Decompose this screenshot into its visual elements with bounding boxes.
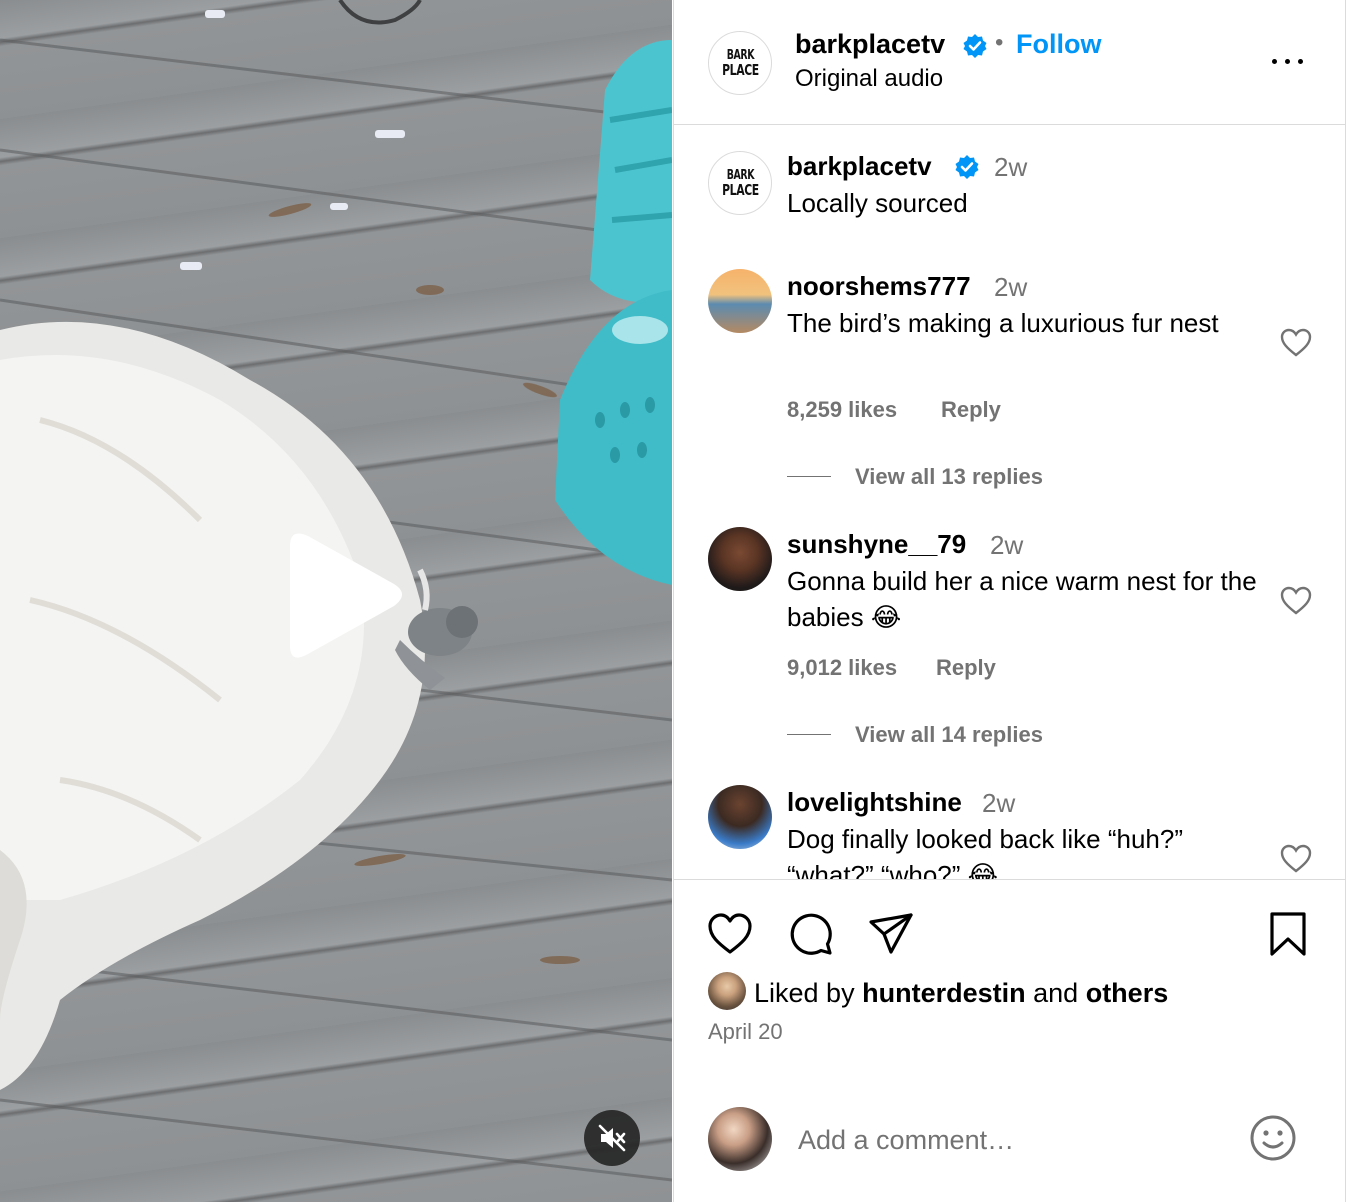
comment-username[interactable]: sunshyne__79 <box>787 529 966 560</box>
heart-icon[interactable] <box>1279 584 1313 618</box>
author-avatar[interactable]: BARK PLACE <box>708 31 772 95</box>
post-header: BARK PLACE barkplacetv • Follow Original… <box>674 0 1346 125</box>
caption-logo: BARK PLACE <box>718 169 761 199</box>
comment-likes[interactable]: 8,259 likes <box>787 397 897 423</box>
more-options-icon[interactable] <box>1270 50 1306 74</box>
replies-divider <box>787 734 831 735</box>
heart-icon[interactable] <box>706 910 754 958</box>
muted-speaker-icon <box>598 1124 626 1152</box>
author-username[interactable]: barkplacetv <box>795 29 945 60</box>
author-logo: BARK PLACE <box>718 49 761 79</box>
comment-username[interactable]: noorshems777 <box>787 271 971 302</box>
liked-by-user[interactable]: hunterdestin <box>862 978 1026 1008</box>
caption-username[interactable]: barkplacetv <box>787 151 932 182</box>
audio-label[interactable]: Original audio <box>795 65 943 93</box>
header-separator: • <box>995 29 1004 56</box>
comment-text: The bird’s making a luxurious fur nest <box>787 308 1219 338</box>
heart-icon[interactable] <box>1279 842 1313 876</box>
bookmark-icon[interactable] <box>1266 910 1310 958</box>
comment-time[interactable]: 2w <box>982 788 1015 819</box>
comment-time[interactable]: 2w <box>994 272 1027 303</box>
follow-button[interactable]: Follow <box>1016 29 1101 60</box>
liker-avatar[interactable] <box>708 972 746 1010</box>
caption-time[interactable]: 2w <box>994 152 1027 183</box>
logo-line-2: PLACE <box>721 181 759 199</box>
caption-avatar[interactable]: BARK PLACE <box>708 151 772 215</box>
comment-username[interactable]: lovelightshine <box>787 787 962 818</box>
reply-button[interactable]: Reply <box>941 397 1001 423</box>
mute-toggle-button[interactable] <box>584 1110 640 1166</box>
verified-badge-icon <box>963 34 987 58</box>
comments-list[interactable]: BARK PLACE barkplacetv 2w Locally source… <box>674 125 1346 879</box>
comment-input[interactable] <box>796 1119 1220 1161</box>
comment-likes[interactable]: 9,012 likes <box>787 655 897 681</box>
verified-badge-icon <box>955 155 979 179</box>
comment-text: Dog finally looked back like “huh?” “wha… <box>787 824 1183 879</box>
liked-by-summary: Liked by hunterdestin and others <box>708 972 1168 1010</box>
caption-text: Locally sourced <box>787 188 968 218</box>
panel-border <box>1345 0 1346 1202</box>
comment-avatar[interactable] <box>708 785 772 849</box>
liked-by-and: and <box>1033 978 1079 1008</box>
video-player[interactable] <box>0 0 672 1202</box>
post-details-panel: BARK PLACE barkplacetv • Follow Original… <box>673 0 1346 1202</box>
comment-icon[interactable] <box>787 910 835 958</box>
play-button[interactable] <box>274 528 410 664</box>
view-replies-button[interactable]: View all 13 replies <box>855 464 1043 490</box>
comment-time[interactable]: 2w <box>990 530 1023 561</box>
view-replies-button[interactable]: View all 14 replies <box>855 722 1043 748</box>
post-actions: Liked by hunterdestin and others April 2… <box>674 879 1346 1090</box>
replies-divider <box>787 476 831 477</box>
emoji-icon[interactable] <box>1249 1114 1297 1162</box>
liked-by-others[interactable]: others <box>1086 978 1169 1008</box>
add-comment-bar <box>674 1089 1346 1202</box>
comment-avatar[interactable] <box>708 269 772 333</box>
comment-avatar[interactable] <box>708 527 772 591</box>
heart-icon[interactable] <box>1279 326 1313 360</box>
reply-button[interactable]: Reply <box>936 655 996 681</box>
post-date[interactable]: April 20 <box>708 1019 783 1045</box>
current-user-avatar[interactable] <box>708 1107 772 1171</box>
play-icon <box>290 533 402 658</box>
send-icon[interactable] <box>867 910 915 958</box>
logo-line-2: PLACE <box>721 61 759 79</box>
liked-by-prefix: Liked by <box>754 978 855 1008</box>
comment-text: Gonna build her a nice warm nest for the… <box>787 566 1257 632</box>
